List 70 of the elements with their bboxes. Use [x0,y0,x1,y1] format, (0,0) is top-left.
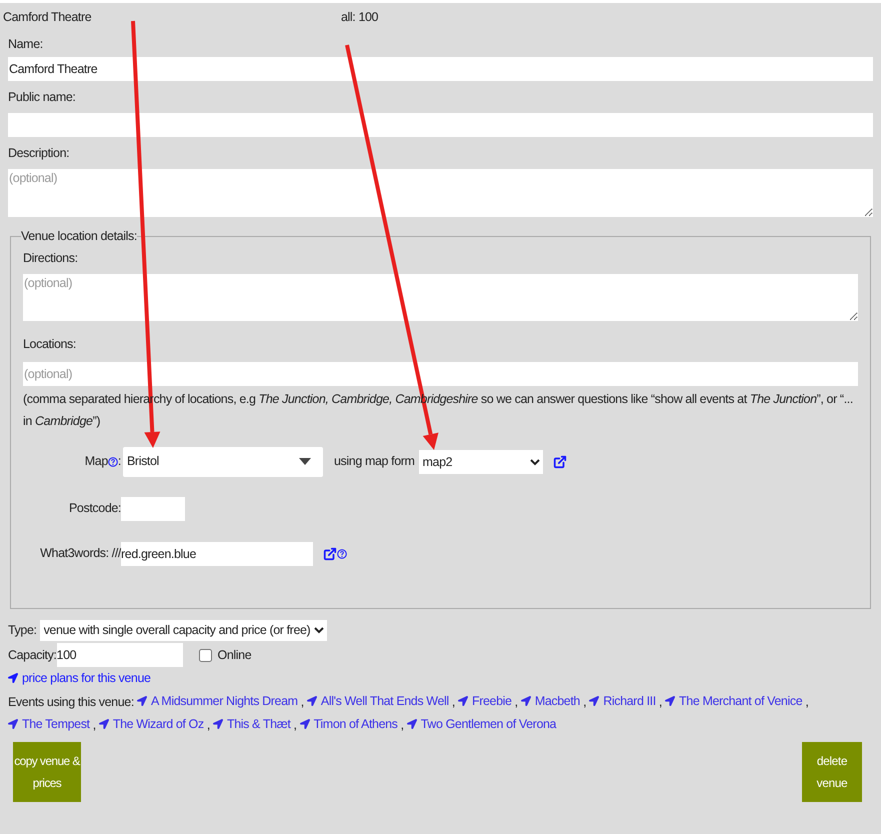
field-label: Map [84,453,108,470]
event-link[interactable]: A Midsummer Nights Dream [136,690,298,712]
what3words-field[interactable]: red.green.blue [121,542,313,566]
list-separator: , [658,694,662,709]
public-name-field[interactable] [8,113,873,137]
location-arrow-icon [212,718,223,729]
label-colon: : [118,453,121,470]
event-link[interactable]: All's Well That Ends Well [306,690,449,712]
venue-title: Camford Theatre [3,8,92,26]
locations-field[interactable]: (optional) [23,362,858,386]
event-link[interactable]: The Merchant of Venice [665,690,802,712]
field-label: Directions: [23,250,79,267]
checkbox-label: Online [218,646,252,664]
help-icon[interactable] [337,548,347,559]
copy-venue-button[interactable]: copy venue & prices [13,742,81,802]
list-separator: , [294,718,297,732]
location-arrow-icon [8,718,18,729]
field-label: Public name: [8,89,76,106]
location-arrow-icon [406,718,417,729]
caret-icon [299,458,311,466]
location-arrow-icon [98,718,109,729]
event-link[interactable]: Richard III [589,690,656,712]
location-arrow-icon [589,696,600,706]
events-label: Events using this venue: [8,694,134,709]
postcode-field[interactable] [121,496,185,521]
field-label: Locations: [23,336,77,353]
list-separator: , [92,718,96,732]
field-label: Capacity: [8,646,57,664]
price-plans-link[interactable]: price plans for this venue [8,669,151,688]
event-link[interactable]: The Tempest [8,712,90,735]
delete-venue-button[interactable]: delete venue [802,742,862,802]
event-link[interactable]: Timon of Athens [300,712,398,735]
section-legend: Venue location details: [21,227,137,246]
capacity-field[interactable]: 100 [56,643,183,667]
event-link[interactable]: Macbeth [520,690,580,712]
event-link[interactable]: Two Gentlemen of Verona [406,712,556,735]
map-form-select[interactable]: map2 [418,450,543,474]
list-separator: , [514,694,518,709]
location-arrow-icon [136,696,147,706]
list-separator: , [400,718,404,732]
field-label: Description: [8,145,70,162]
location-arrow-icon [306,696,317,706]
list-separator: , [583,694,586,709]
map-form-label: using map form [334,453,415,470]
location-arrow-icon [520,696,531,706]
map-dropdown[interactable]: Bristol [123,446,323,477]
location-arrow-icon [8,673,18,684]
event-link[interactable]: The Wizard of Oz [98,712,204,735]
directions-field[interactable]: (optional) [23,274,858,321]
field-label: Name: [8,36,44,53]
event-link[interactable]: This & Thæt [212,712,290,735]
help-icon[interactable] [108,456,118,467]
external-link-icon[interactable] [323,546,337,561]
total-count: all: 100 [341,8,378,26]
description-field[interactable]: (optional) [8,169,873,217]
online-checkbox[interactable] [198,648,212,662]
list-separator: , [805,694,808,709]
type-select[interactable]: venue with single overall capacity and price (or free) [40,620,327,640]
list-separator: , [452,694,455,709]
event-link[interactable]: Freebie [458,690,512,712]
location-arrow-icon [665,696,676,706]
field-label: Type: [8,622,37,639]
location-arrow-icon [458,696,468,706]
list-separator: , [300,694,304,709]
name-field[interactable]: Camford Theatre [8,57,873,81]
list-separator: , [206,718,210,732]
location-arrow-icon [300,718,310,729]
field-label: Postcode: [68,500,121,518]
field-label: What3words: /// [39,545,121,562]
external-link-icon[interactable] [552,454,567,469]
